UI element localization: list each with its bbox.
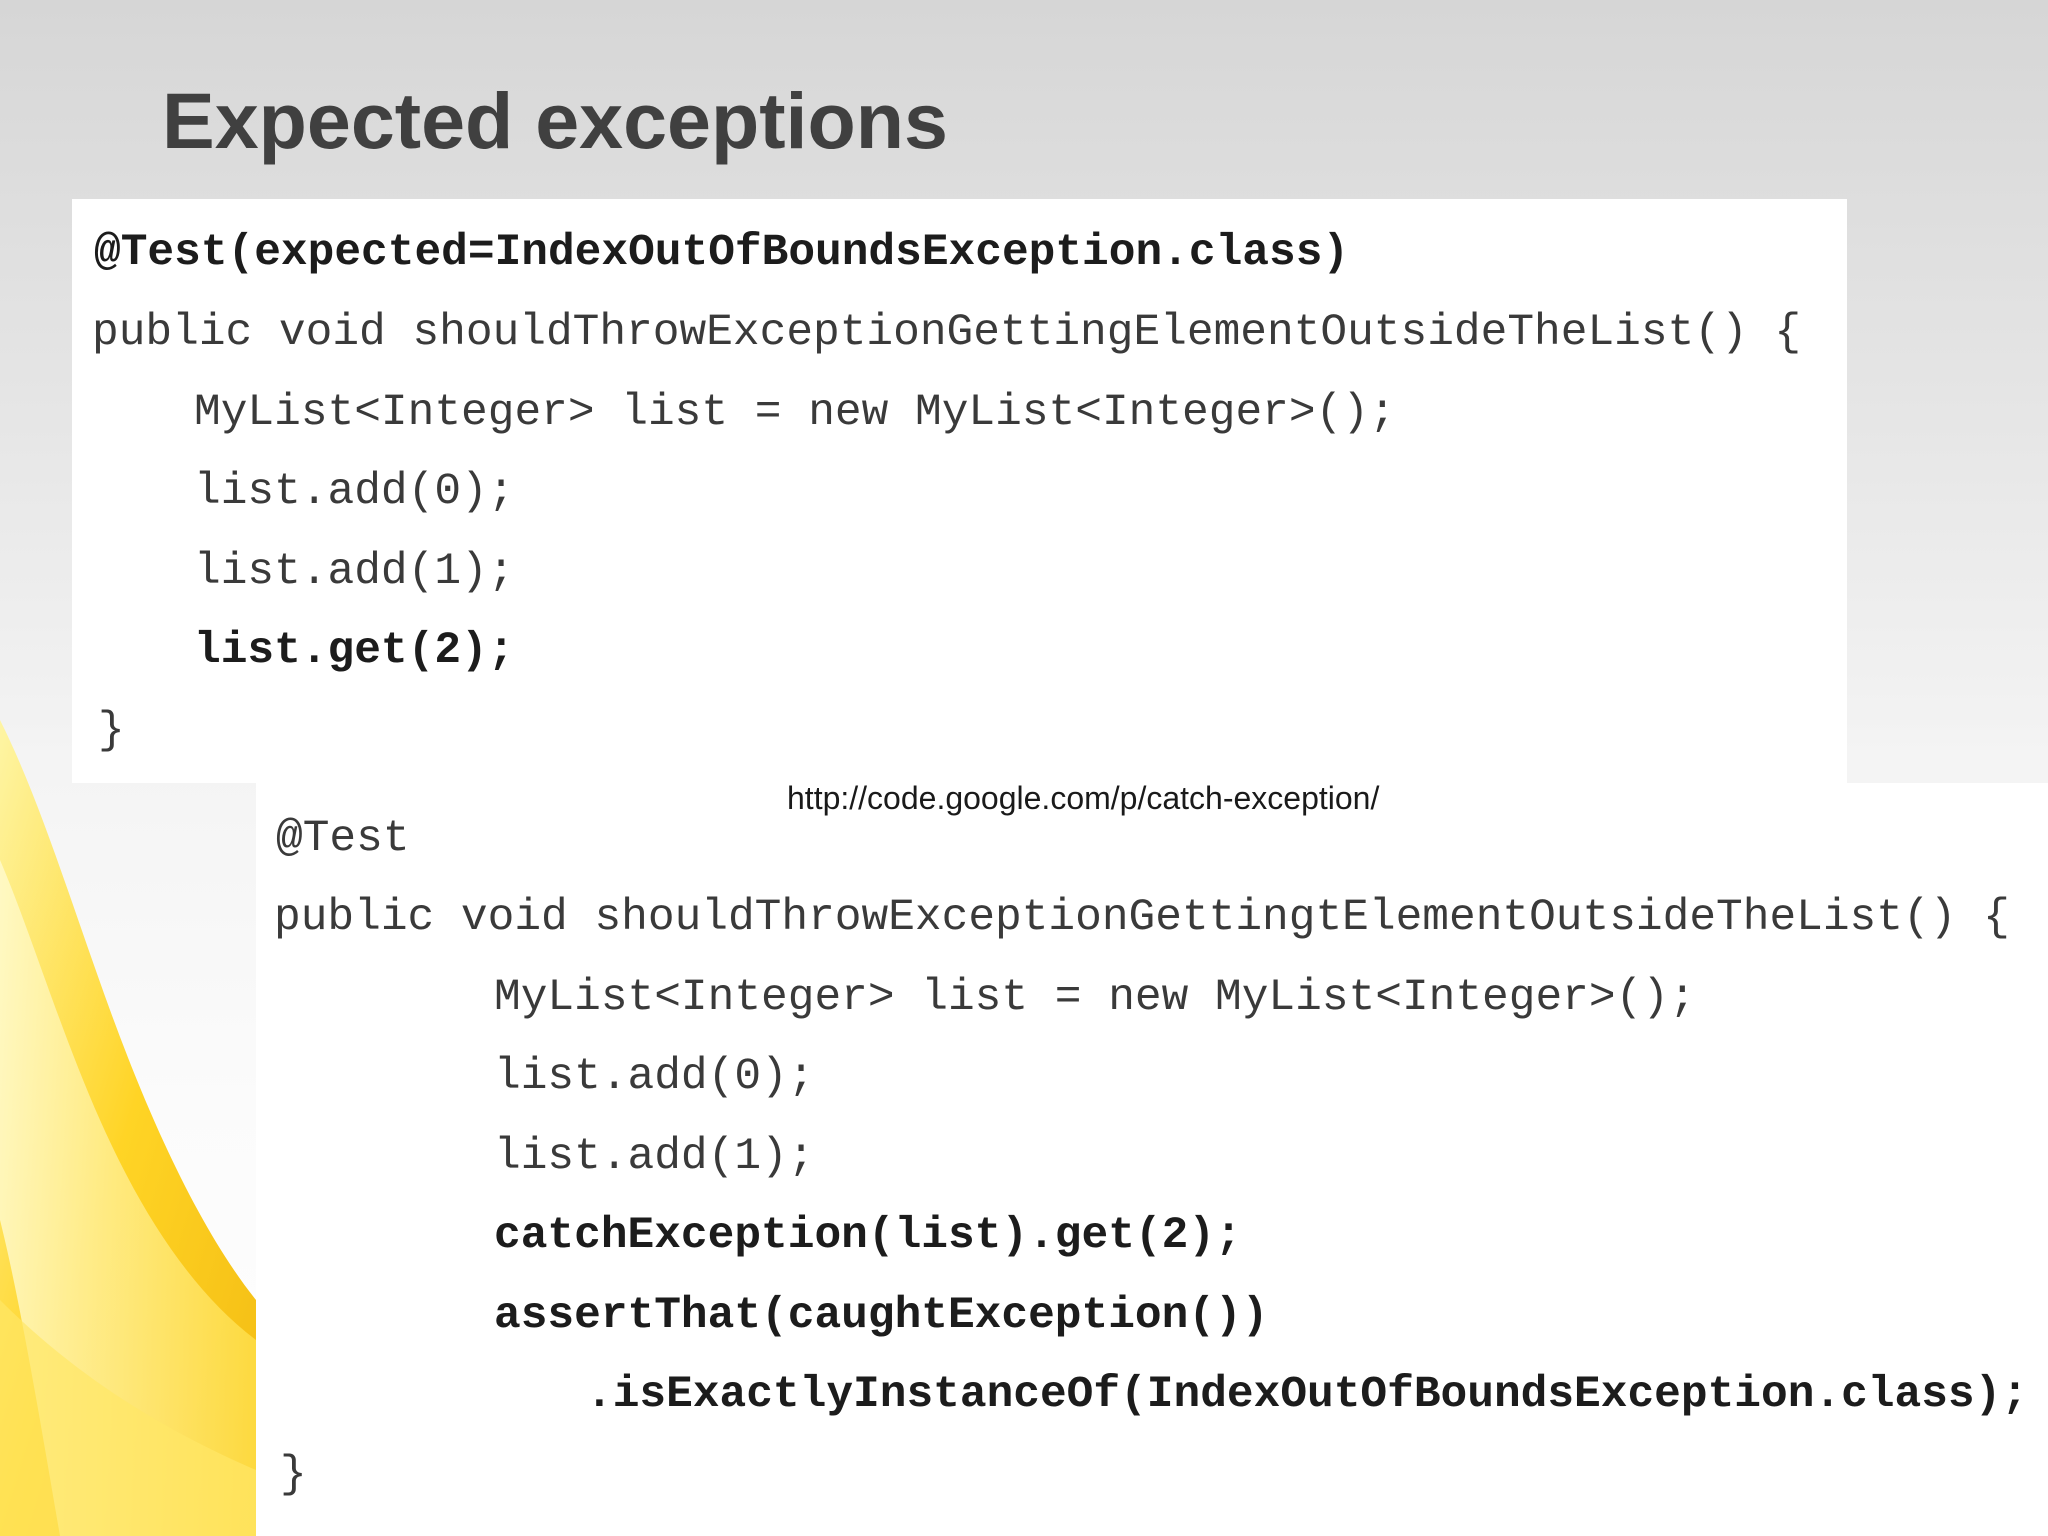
code-line-add-zero: list.add(0);	[494, 1052, 815, 1102]
code-line-add-zero: list.add(0);	[194, 467, 515, 517]
slide-title: Expected exceptions	[162, 76, 948, 165]
code-line-assert-that: assertThat(caughtException())	[494, 1291, 1269, 1341]
code-line-catch-exception: catchException(list).get(2);	[494, 1211, 1242, 1261]
code-line-method-signature: public void shouldThrowExceptionGettingt…	[274, 893, 2010, 943]
catch-exception-link[interactable]: http://code.google.com/p/catch-exception…	[787, 778, 1379, 818]
code-line-list-declaration: MyList<Integer> list = new MyList<Intege…	[494, 973, 1696, 1023]
code-block-catch-exception: @Test public void shouldThrowExceptionGe…	[256, 783, 2048, 1536]
code-line-method-signature: public void shouldThrowExceptionGettingE…	[92, 308, 1802, 358]
code-line-get-two: list.get(2);	[194, 626, 515, 676]
code-line-closing-brace: }	[98, 706, 125, 756]
code-line-list-declaration: MyList<Integer> list = new MyList<Intege…	[194, 388, 1396, 438]
code-line-test-annotation: @Test(expected=IndexOutOfBoundsException…	[94, 228, 1350, 278]
code-block-expected-annotation: @Test(expected=IndexOutOfBoundsException…	[72, 199, 1847, 783]
code-line-instance-of: .isExactlyInstanceOf(IndexOutOfBoundsExc…	[586, 1370, 2029, 1420]
code-line-add-one: list.add(1);	[494, 1132, 815, 1182]
code-line-add-one: list.add(1);	[194, 547, 515, 597]
code-line-closing-brace: }	[280, 1450, 307, 1500]
code-line-test-annotation: @Test	[276, 814, 410, 864]
